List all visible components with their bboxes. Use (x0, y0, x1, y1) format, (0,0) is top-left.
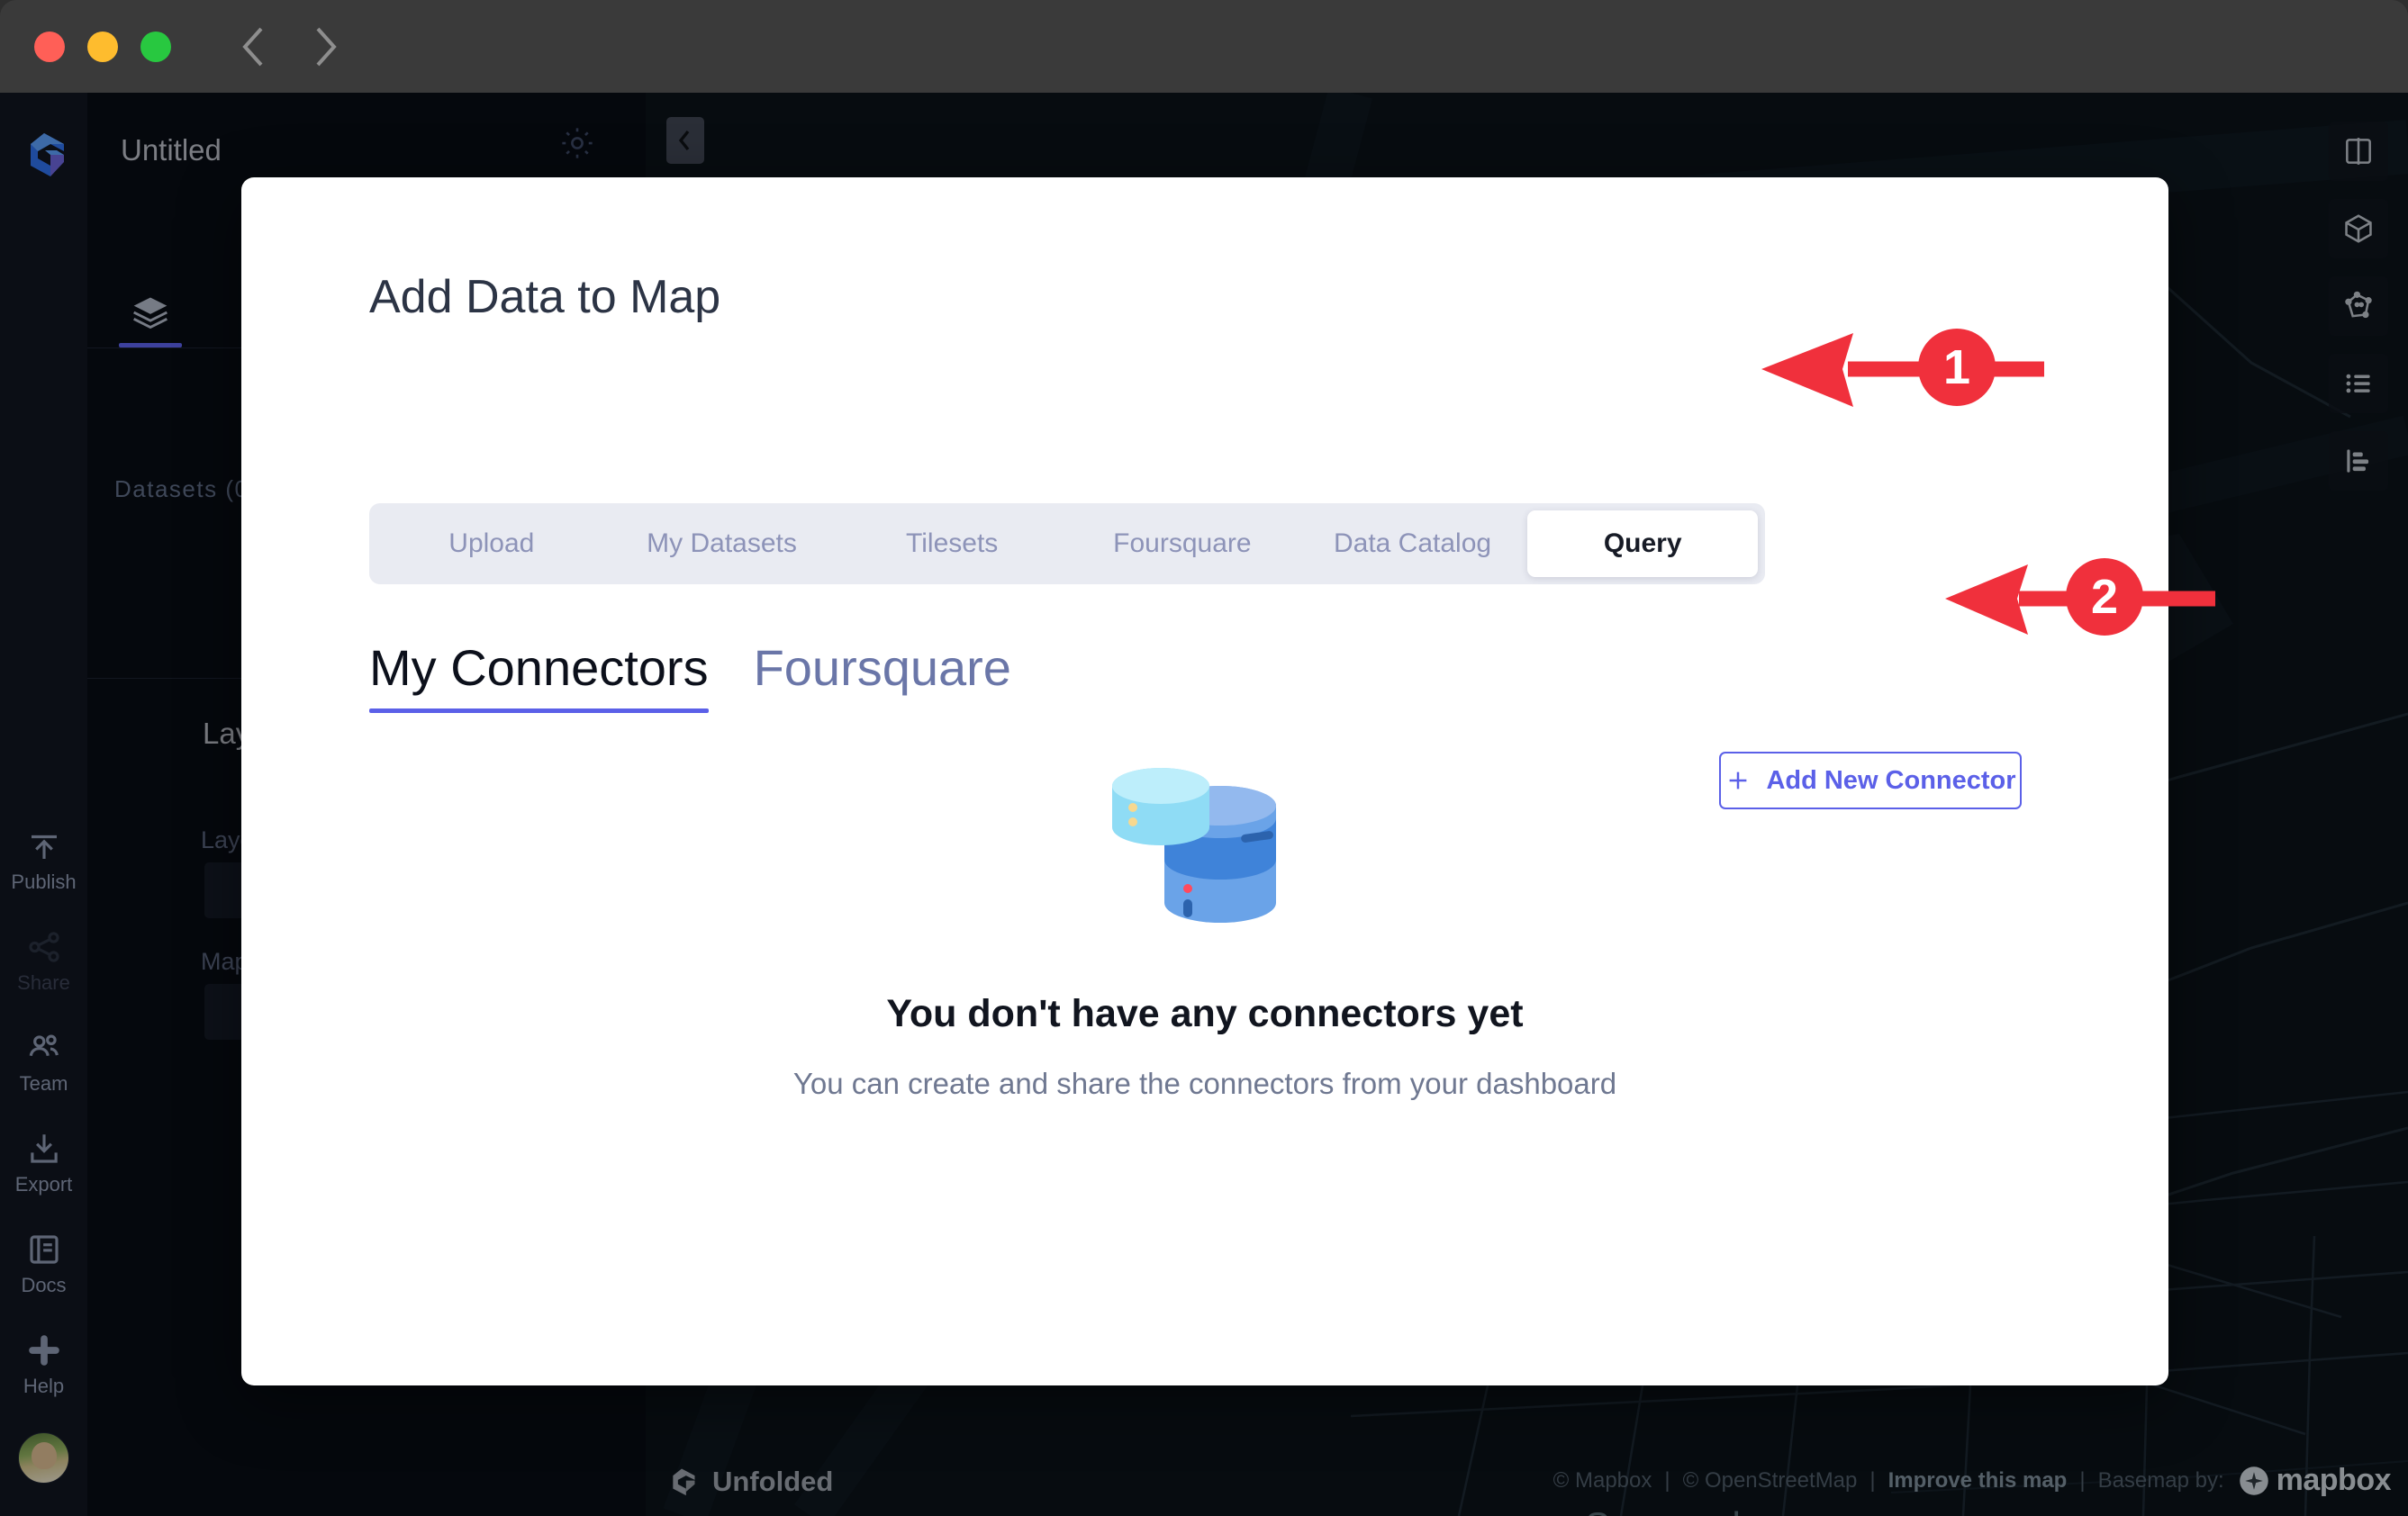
app-window: MARSHES WILDLIFE AREA Sunnyvale San José… (0, 0, 2408, 1516)
tab-foursquare[interactable]: Foursquare (1067, 510, 1298, 577)
modal-tab-bar: Upload My Datasets Tilesets Foursquare D… (369, 503, 1765, 584)
minimize-window-button[interactable] (87, 31, 118, 62)
annotation-badge-2: 2 (2066, 558, 2143, 636)
database-cylinder-illustration (1112, 768, 1276, 923)
back-arrow-icon[interactable] (239, 23, 269, 70)
subtab-foursquare[interactable]: Foursquare (754, 638, 1011, 713)
tab-upload[interactable]: Upload (376, 510, 607, 577)
empty-state: You don't have any connectors yet You ca… (241, 763, 2168, 1101)
tab-my-datasets[interactable]: My Datasets (607, 510, 837, 577)
annotation-arrow-1 (1761, 333, 2044, 407)
tab-query[interactable]: Query (1527, 510, 1759, 577)
traffic-light-group (34, 31, 171, 62)
forward-arrow-icon[interactable] (310, 23, 340, 70)
maximize-window-button[interactable] (140, 31, 171, 62)
empty-state-subtitle: You can create and share the connectors … (792, 1067, 1617, 1100)
empty-state-title: You don't have any connectors yet (886, 992, 1524, 1035)
close-window-button[interactable] (34, 31, 65, 62)
window-titlebar (0, 0, 2408, 93)
annotation-badge-1: 1 (1918, 329, 1996, 406)
browser-nav-group (239, 23, 340, 70)
tab-tilesets[interactable]: Tilesets (837, 510, 1067, 577)
modal-title: Add Data to Map (369, 271, 721, 323)
tab-data-catalog[interactable]: Data Catalog (1298, 510, 1528, 577)
connector-subtab-group: My Connectors Foursquare (369, 638, 1011, 713)
subtab-my-connectors[interactable]: My Connectors (369, 638, 709, 713)
